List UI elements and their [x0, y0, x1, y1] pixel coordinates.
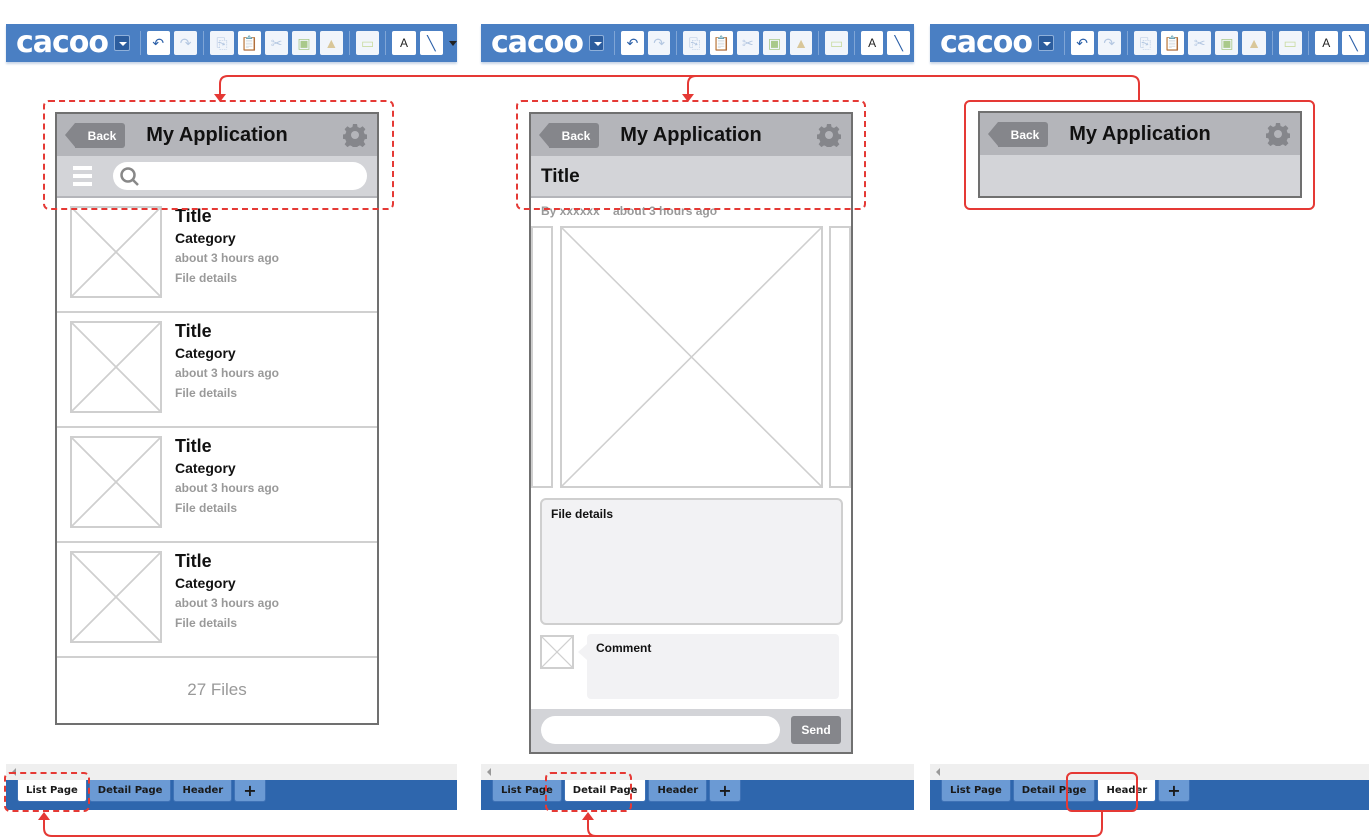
- top-connector-line: [687, 75, 1140, 100]
- bottom-connector-branch: [43, 818, 596, 837]
- arrowhead: [582, 812, 594, 820]
- arrowhead: [214, 94, 226, 102]
- arrowhead: [682, 94, 694, 102]
- top-connector-branch: [219, 75, 696, 96]
- bottom-connector-line: [587, 812, 1103, 837]
- connector-arrows: [38, 75, 1140, 837]
- arrowhead: [38, 812, 50, 820]
